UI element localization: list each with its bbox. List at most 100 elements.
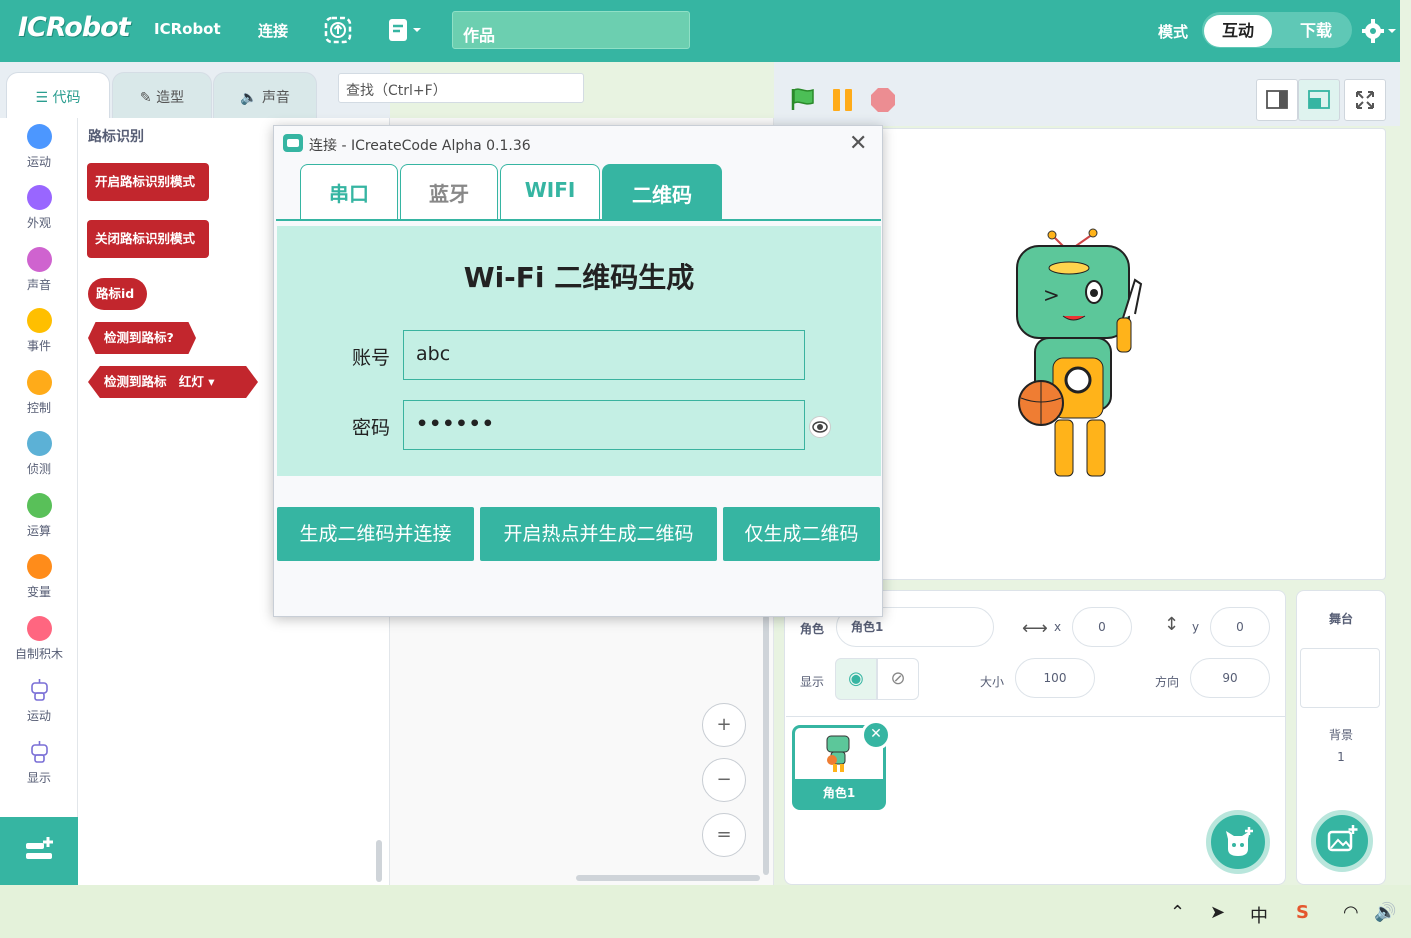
generate-and-connect-button[interactable]: 生成二维码并连接 bbox=[277, 507, 474, 561]
direction-input[interactable]: 90 bbox=[1190, 658, 1270, 698]
hide-eye-icon[interactable]: ⊘ bbox=[877, 658, 919, 700]
category-label: 运动 bbox=[26, 709, 51, 723]
tab-bluetooth[interactable]: 蓝牙 bbox=[400, 164, 498, 220]
connect-menu[interactable]: 连接 bbox=[258, 20, 288, 41]
zoom-reset-icon: = bbox=[716, 824, 732, 845]
category-item[interactable]: 声音 bbox=[0, 247, 78, 293]
tab-sound[interactable]: 🔈 声音 bbox=[213, 72, 317, 118]
y-label: y bbox=[1192, 620, 1200, 634]
project-title-input[interactable]: 作品 bbox=[452, 11, 690, 49]
block-label: 检测到路标 bbox=[104, 374, 167, 389]
add-sprite-button[interactable] bbox=[1206, 810, 1270, 874]
ime-indicator[interactable]: 中 bbox=[1250, 902, 1268, 928]
fullscreen-button[interactable] bbox=[1344, 79, 1386, 121]
category-item[interactable]: 运动 bbox=[0, 124, 78, 170]
block-enable-sign-mode[interactable]: 开启路标识别模式 bbox=[87, 163, 209, 201]
generate-only-button[interactable]: 仅生成二维码 bbox=[723, 507, 880, 561]
category-item[interactable]: 变量 bbox=[0, 554, 78, 600]
category-label: 运动 bbox=[26, 155, 51, 169]
small-stage-button[interactable] bbox=[1256, 79, 1298, 121]
block-disable-sign-mode[interactable]: 关闭路标识别模式 bbox=[87, 220, 209, 258]
settings-gear-icon[interactable] bbox=[1362, 18, 1398, 44]
brand-menu[interactable]: ICRobot bbox=[154, 20, 221, 38]
sign-dropdown[interactable]: 红灯 ▾ bbox=[179, 374, 215, 389]
category-item[interactable]: 自制积木 bbox=[0, 616, 78, 662]
os-taskbar bbox=[0, 885, 1411, 938]
tab-code[interactable]: ☰ 代码 bbox=[6, 72, 110, 118]
large-stage-button[interactable] bbox=[1298, 79, 1340, 121]
backdrop-label: 背景 bbox=[1328, 728, 1353, 742]
category-item[interactable]: 控制 bbox=[0, 370, 78, 416]
x-input[interactable]: 0 bbox=[1072, 607, 1132, 647]
category-color-dot bbox=[26, 124, 52, 149]
account-input[interactable]: abc bbox=[403, 330, 805, 380]
dialog-close-icon[interactable]: ✕ bbox=[849, 131, 867, 156]
tab-qrcode[interactable]: 二维码 bbox=[602, 164, 722, 220]
sign-dropdown-value: 红灯 bbox=[178, 374, 204, 389]
x-label: x bbox=[1054, 620, 1062, 634]
delete-sprite-trash-icon[interactable]: ✕ bbox=[861, 720, 891, 750]
tab-wifi[interactable]: WIFI bbox=[500, 164, 600, 220]
category-color-dot bbox=[26, 308, 52, 333]
category-label: 显示 bbox=[26, 771, 51, 785]
file-menu-icon[interactable] bbox=[386, 16, 424, 46]
x-arrow-icon: ⟷ bbox=[1022, 618, 1048, 639]
sprite-label: 角色 bbox=[800, 622, 825, 636]
category-item[interactable]: 运算 bbox=[0, 493, 78, 539]
add-sprite-cat-icon bbox=[1226, 827, 1253, 856]
zoom-reset-button[interactable]: = bbox=[702, 813, 746, 857]
category-item[interactable]: 显示 bbox=[0, 740, 78, 786]
panel-divider bbox=[786, 716, 1285, 717]
show-password-eye-icon[interactable] bbox=[809, 416, 831, 438]
tray-expand-icon[interactable]: ⌃ bbox=[1170, 902, 1185, 923]
zoom-out-button[interactable]: − bbox=[702, 758, 746, 802]
app-tray-icon[interactable]: S bbox=[1296, 902, 1309, 923]
tab-code-label: 代码 bbox=[52, 90, 81, 106]
mode-download-button[interactable]: 下载 bbox=[1288, 15, 1344, 47]
category-label: 自制积木 bbox=[14, 647, 63, 661]
backdrop-count: 1 bbox=[1337, 750, 1345, 764]
horizontal-scrollbar[interactable] bbox=[576, 875, 760, 881]
block-sign-detected[interactable]: 检测到路标? bbox=[88, 322, 196, 354]
category-item[interactable]: 外观 bbox=[0, 185, 78, 231]
category-color-dot bbox=[26, 616, 52, 641]
dialog-title: 连接 - ICreateCode Alpha 0.1.36 bbox=[309, 138, 531, 154]
wifi-icon[interactable]: ◠ bbox=[1343, 902, 1359, 923]
vertical-scrollbar[interactable] bbox=[763, 615, 769, 875]
category-item[interactable]: 侦测 bbox=[0, 431, 78, 477]
location-icon[interactable]: ➤ bbox=[1210, 902, 1225, 923]
add-backdrop-button[interactable] bbox=[1311, 810, 1373, 872]
stage-thumbnail[interactable] bbox=[1300, 648, 1380, 708]
size-input[interactable]: 100 bbox=[1015, 658, 1095, 698]
stop-icon[interactable] bbox=[870, 87, 896, 113]
zoom-out-icon: − bbox=[716, 769, 732, 790]
zoom-in-button[interactable]: + bbox=[702, 703, 746, 747]
add-extension-button[interactable] bbox=[0, 817, 78, 885]
show-label: 显示 bbox=[800, 675, 825, 689]
code-icon: ☰ bbox=[35, 90, 49, 106]
y-input[interactable]: 0 bbox=[1210, 607, 1270, 647]
robot-sprite-image[interactable]: > bbox=[995, 228, 1155, 490]
tab-serial[interactable]: 串口 bbox=[300, 164, 398, 220]
upload-device-icon[interactable] bbox=[322, 14, 354, 46]
category-label: 变量 bbox=[26, 585, 51, 599]
app-robot-icon bbox=[283, 134, 303, 152]
category-color-dot bbox=[26, 493, 52, 518]
tab-costume[interactable]: ✎ 造型 bbox=[112, 72, 212, 118]
show-eye-icon[interactable]: ◉ bbox=[835, 658, 877, 700]
add-backdrop-icon bbox=[1327, 825, 1358, 852]
block-sign-id[interactable]: 路标id bbox=[88, 278, 147, 310]
category-item[interactable]: 运动 bbox=[0, 678, 78, 724]
palette-scrollbar[interactable] bbox=[376, 840, 382, 882]
block-sign-detected-option[interactable]: 检测到路标 红灯 ▾ bbox=[88, 366, 258, 398]
icrobot-logo: ICRobot bbox=[18, 12, 131, 43]
green-flag-icon[interactable] bbox=[790, 86, 816, 112]
category-item[interactable]: 事件 bbox=[0, 308, 78, 354]
pause-icon[interactable] bbox=[830, 87, 856, 113]
password-input[interactable]: •••••• bbox=[403, 400, 805, 450]
volume-icon[interactable]: 🔊 bbox=[1374, 902, 1396, 923]
tab-costume-label: 造型 bbox=[156, 90, 185, 106]
hotspot-generate-button[interactable]: 开启热点并生成二维码 bbox=[480, 507, 717, 561]
block-search-input[interactable]: 查找（Ctrl+F） bbox=[338, 73, 584, 103]
mode-interact-button[interactable]: 互动 bbox=[1204, 15, 1272, 47]
